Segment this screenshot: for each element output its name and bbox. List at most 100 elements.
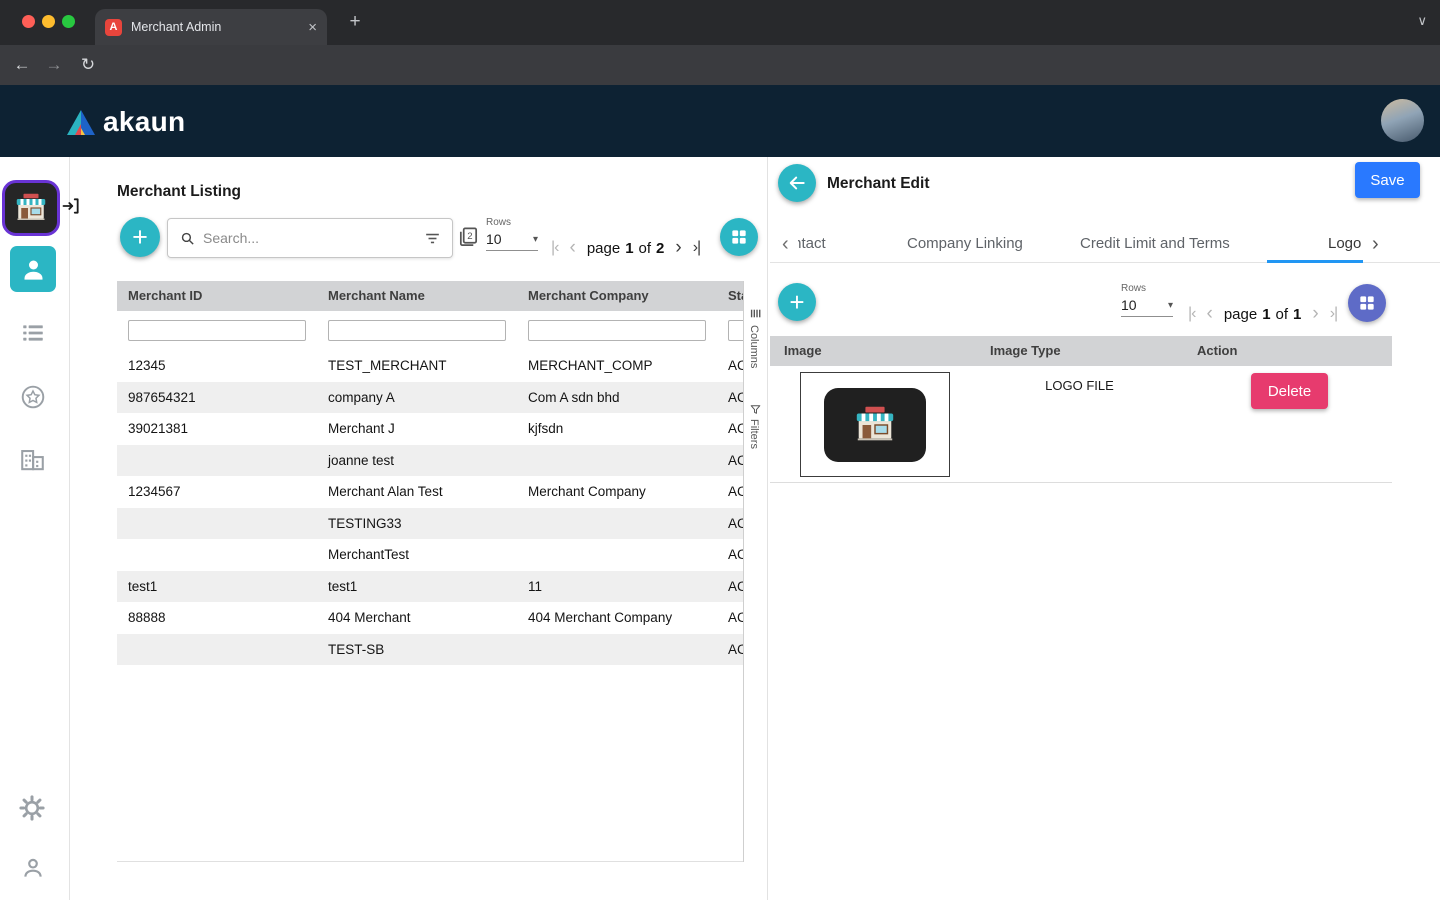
enter-applet-icon[interactable] (61, 196, 81, 216)
caret-down-icon: ▾ (1168, 300, 1173, 311)
merchant-listing-panel: Merchant Listing + Rows 10 ▾ |‹ ‹ page 1… (115, 157, 765, 900)
rows-per-page: Rows 10 ▾ (486, 217, 542, 251)
col-header-image: Image (770, 336, 976, 366)
image-table-header-row: Image Image Type Action (770, 336, 1392, 366)
sidebar-item-merchant[interactable] (10, 246, 56, 292)
last-page-button[interactable]: ›| (693, 239, 700, 257)
brand-name: akaun (103, 106, 185, 138)
table-row[interactable]: 88888404 Merchant 404 Merchant CompanyAC… (117, 602, 743, 634)
browser-tab[interactable]: A Merchant Admin × (95, 9, 327, 45)
rows-label: Rows (486, 217, 542, 228)
image-table-row: LOGO FILE Delete (770, 366, 1392, 483)
table-row[interactable]: test1test1 11ACTIVE (117, 571, 743, 603)
sidebar-item-list[interactable] (20, 320, 46, 346)
sidebar-profile-icon[interactable] (20, 855, 46, 881)
tab-logo[interactable]: Logo (1328, 225, 1361, 263)
prev-page-button[interactable]: ‹ (1206, 303, 1212, 325)
sidebar-settings-icon[interactable] (18, 794, 46, 822)
tab-contact[interactable]: Contact (798, 225, 826, 263)
filter-status-input[interactable] (728, 320, 743, 341)
minimize-window-button[interactable] (42, 15, 55, 28)
grid-icon (1357, 293, 1377, 313)
pages-icon[interactable] (457, 225, 480, 248)
browser-tab-strip: A Merchant Admin × + ∨ (0, 0, 1440, 45)
rows-select[interactable]: 10 ▾ (486, 231, 538, 251)
table-row[interactable]: TEST-SB ACTIVE (117, 634, 743, 666)
delete-button[interactable]: Delete (1251, 373, 1328, 409)
filter-merchant-name-input[interactable] (328, 320, 506, 341)
sidebar-item-organization[interactable] (18, 445, 47, 474)
browser-toolbar: ← → ↻ akaun.cloud/#/applets/wavelet/erp/… (0, 45, 1440, 85)
last-page-button[interactable]: ›| (1330, 305, 1337, 323)
edit-tabs-bar: ‹ Contact Company Linking Credit Limit a… (770, 225, 1440, 263)
next-page-button[interactable]: › (1312, 303, 1318, 325)
tab-close-icon[interactable]: × (308, 19, 317, 36)
active-tab-underline (1267, 260, 1363, 263)
grid-icon (729, 227, 749, 247)
page-indicator: page 1 of 1 (1224, 306, 1302, 323)
prev-page-button[interactable]: ‹ (569, 237, 575, 259)
storefront-logo (824, 388, 926, 462)
filter-merchant-id-input[interactable] (128, 320, 306, 341)
storefront-icon (13, 190, 49, 226)
tabs-scroll-left-icon[interactable]: ‹ (782, 225, 789, 263)
add-image-button[interactable]: + (778, 283, 816, 321)
zoom-window-button[interactable] (62, 15, 75, 28)
filters-funnel-icon[interactable] (749, 403, 762, 416)
merchant-edit-panel: Merchant Edit Save ‹ Contact Company Lin… (770, 157, 1440, 900)
filters-toggle[interactable]: Filters (748, 419, 760, 449)
table-row[interactable]: 987654321company A Com A sdn bhdACTIVE (117, 382, 743, 414)
search-input[interactable] (203, 230, 423, 246)
tab-favicon: A (105, 19, 122, 36)
layout-grid-button[interactable] (1348, 284, 1386, 322)
panel-divider (767, 157, 768, 900)
col-header-image-type: Image Type (976, 336, 1183, 366)
tab-company-linking[interactable]: Company Linking (907, 225, 1023, 263)
columns-toggle[interactable]: Columns (748, 325, 760, 368)
close-window-button[interactable] (22, 15, 35, 28)
save-button[interactable]: Save (1355, 162, 1420, 198)
tabs-scroll-right-icon[interactable]: › (1372, 225, 1379, 263)
table-row[interactable]: 39021381Merchant J kjfsdnACTIVE (117, 413, 743, 445)
app-header: akaun (0, 85, 1440, 157)
table-row[interactable]: MerchantTest ACTIVE (117, 539, 743, 571)
table-row[interactable]: 1234567Merchant Alan Test Merchant Compa… (117, 476, 743, 508)
brand-logo[interactable]: akaun (66, 106, 185, 138)
first-page-button[interactable]: |‹ (551, 239, 558, 257)
app-sidebar (0, 157, 70, 900)
filter-merchant-company-input[interactable] (528, 320, 706, 341)
tab-search-chevron-icon[interactable]: ∨ (1417, 13, 1427, 29)
next-page-button[interactable]: › (675, 237, 681, 259)
first-page-button[interactable]: |‹ (1188, 305, 1195, 323)
new-tab-button[interactable]: + (343, 10, 367, 34)
merchant-applet-badge[interactable] (2, 180, 60, 236)
browser-reload-icon[interactable]: ↻ (74, 45, 102, 85)
filter-list-icon[interactable] (423, 229, 442, 248)
table-filter-row (117, 311, 743, 350)
layout-grid-button[interactable] (720, 218, 758, 256)
search-box (167, 218, 453, 258)
col-header-action: Action (1183, 336, 1392, 366)
columns-grip-icon[interactable] (749, 307, 762, 320)
table-row[interactable]: 12345TEST_MERCHANT MERCHANT_COMPACTIVE (117, 350, 743, 382)
table-row[interactable]: joanne test ACTIVE (117, 445, 743, 477)
tab-credit-limit-and-terms[interactable]: Credit Limit and Terms (1080, 225, 1230, 263)
sidebar-item-favorites[interactable] (20, 384, 46, 410)
listing-pagination: |‹ ‹ page 1 of 2 › ›| (551, 237, 700, 259)
rows-per-page: Rows 10 ▾ (1121, 283, 1177, 317)
table-side-strip: Columns Filters (743, 281, 765, 862)
col-header-merchant-id: Merchant ID (117, 281, 317, 311)
browser-forward-icon[interactable]: → (40, 45, 68, 85)
storefront-icon (852, 402, 898, 448)
person-icon (20, 256, 47, 283)
back-button[interactable] (778, 164, 816, 202)
user-avatar[interactable] (1381, 99, 1424, 142)
akaun-triangle-icon (66, 109, 96, 136)
tab-title: Merchant Admin (131, 20, 299, 34)
add-merchant-button[interactable]: + (120, 217, 160, 257)
col-header-merchant-name: Merchant Name (317, 281, 517, 311)
table-row[interactable]: TESTING33 ACTIVE (117, 508, 743, 540)
rows-select[interactable]: 10 ▾ (1121, 297, 1173, 317)
edit-pagination: |‹ ‹ page 1 of 1 › ›| (1188, 303, 1337, 325)
browser-back-icon[interactable]: ← (8, 45, 36, 85)
